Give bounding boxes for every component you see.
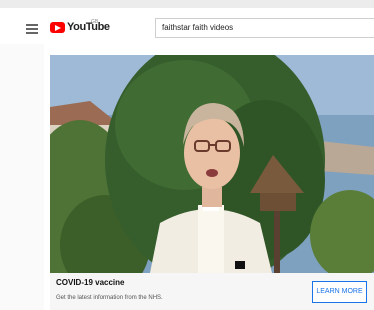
window-top-strip [0,0,374,8]
video-frame [50,55,374,273]
learn-more-button[interactable]: LEARN MORE [312,281,367,303]
logo-region: GB [91,19,99,25]
search-value: faithstar faith videos [162,23,234,32]
masthead: YouTube GB faithstar faith videos [0,10,374,44]
ad-title: COVID-19 vaccine [56,278,125,287]
hamburger-menu-icon[interactable] [26,24,38,34]
video-player[interactable] [50,55,374,273]
search-input[interactable]: faithstar faith videos [155,18,374,38]
youtube-play-icon [50,22,65,33]
logo-wordmark: YouTube [67,21,110,33]
ad-banner: COVID-19 vaccine Get the latest informat… [50,273,374,310]
left-guide [0,44,44,310]
ad-subtitle: Get the latest information from the NHS. [56,295,163,301]
